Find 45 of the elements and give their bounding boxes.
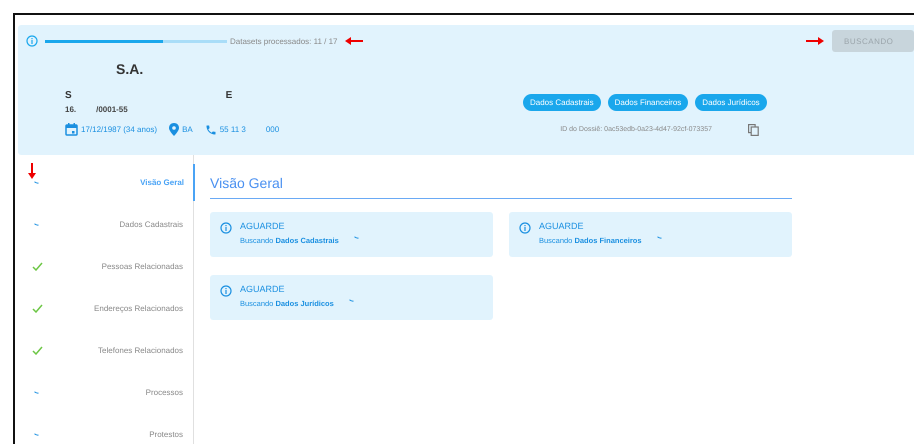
sidebar-item[interactable]: Visão Geral [140, 164, 195, 200]
annotation-arrow-icon [345, 37, 364, 45]
location-pin-icon [169, 123, 180, 136]
info-icon [26, 35, 38, 47]
state-label: BA [182, 125, 193, 134]
alert-title: AGUARDE [240, 284, 286, 294]
trade-name: S [65, 90, 72, 101]
phone-number: 55 11 3 [220, 125, 246, 134]
sidebar-item[interactable]: Protestos [149, 430, 183, 438]
info-icon [220, 285, 232, 297]
copy-icon[interactable] [748, 124, 759, 136]
info-icon [220, 222, 232, 234]
category-chip[interactable]: Dados Cadastrais [523, 94, 601, 110]
trade-name: E [226, 90, 232, 101]
annotation-arrow-icon [28, 163, 36, 179]
section-title: Visão Geral [210, 175, 792, 199]
progress-label: Datasets processados: 11 / 17 [230, 36, 338, 46]
spinner-icon [34, 432, 39, 436]
category-chip[interactable]: Dados Jurídicos [695, 94, 767, 110]
document-number: /0001-55 [96, 105, 128, 114]
spinner-icon [34, 180, 39, 184]
alert-title: AGUARDE [539, 221, 585, 231]
phone-icon [204, 124, 217, 136]
phone-number: 000 [266, 125, 280, 134]
category-chip[interactable]: Dados Financeiros [608, 94, 688, 110]
sidebar-item[interactable]: Dados Cadastrais [119, 220, 183, 228]
sidebar-item[interactable]: Telefones Relacionados [98, 346, 183, 354]
sidebar-item[interactable]: Pessoas Relacionadas [102, 262, 183, 270]
company-name: S.A. [116, 61, 144, 77]
check-icon [32, 262, 43, 270]
spinner-icon [354, 236, 359, 239]
birth-date: 17/12/1987 (34 anos) [81, 125, 158, 134]
check-icon [32, 346, 43, 354]
check-icon [32, 304, 43, 312]
info-icon [519, 222, 531, 234]
sidebar-item[interactable]: Processos [146, 388, 183, 396]
spinner-icon [34, 222, 39, 226]
alert-title: AGUARDE [240, 221, 286, 231]
spinner-icon [656, 236, 662, 239]
document-number: 16. [65, 105, 76, 114]
spinner-icon [34, 390, 39, 394]
calendar-icon [65, 123, 78, 136]
annotation-arrow-icon [806, 37, 824, 45]
spinner-icon [348, 299, 354, 302]
sidebar-item[interactable]: Endereços Relacionados [94, 304, 183, 312]
